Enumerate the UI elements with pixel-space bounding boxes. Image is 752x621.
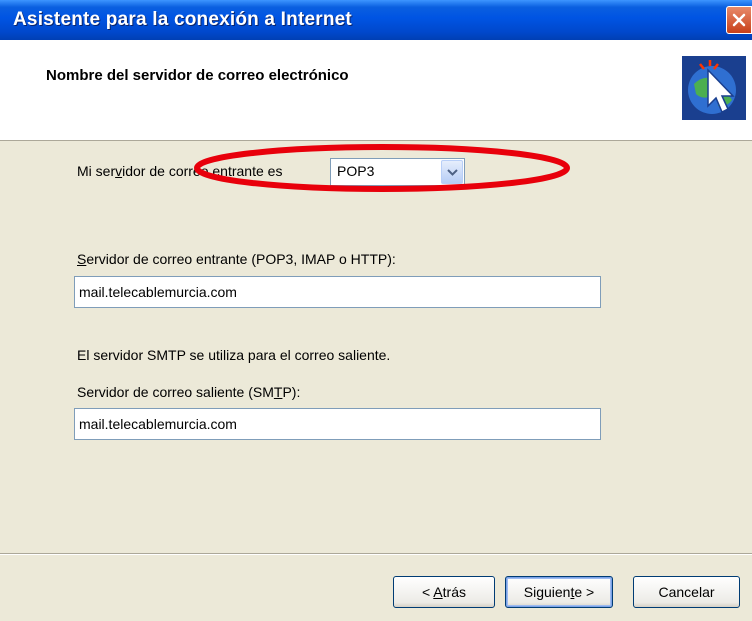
next-button[interactable]: Siguiente > xyxy=(505,576,613,608)
outgoing-server-field[interactable] xyxy=(74,408,601,440)
cancel-button[interactable]: Cancelar xyxy=(633,576,740,608)
page-title: Nombre del servidor de correo electrónic… xyxy=(46,67,349,84)
close-icon xyxy=(732,13,746,27)
smtp-note: El servidor SMTP se utiliza para el corr… xyxy=(77,347,391,363)
footer-divider xyxy=(0,553,752,555)
close-button[interactable] xyxy=(726,6,752,34)
back-button[interactable]: < Atrás xyxy=(393,576,495,608)
incoming-server-field[interactable] xyxy=(74,276,601,308)
outgoing-server-label: Servidor de correo saliente (SMTP): xyxy=(77,384,301,400)
title-bar[interactable]: Asistente para la conexión a Internet xyxy=(0,0,752,40)
window-title: Asistente para la conexión a Internet xyxy=(13,9,352,30)
incoming-server-label: Servidor de correo entrante (POP3, IMAP … xyxy=(77,251,396,267)
wizard-header: Nombre del servidor de correo electrónic… xyxy=(0,40,752,141)
wizard-cursor-icon xyxy=(682,56,746,120)
highlight-ellipse xyxy=(194,144,570,192)
